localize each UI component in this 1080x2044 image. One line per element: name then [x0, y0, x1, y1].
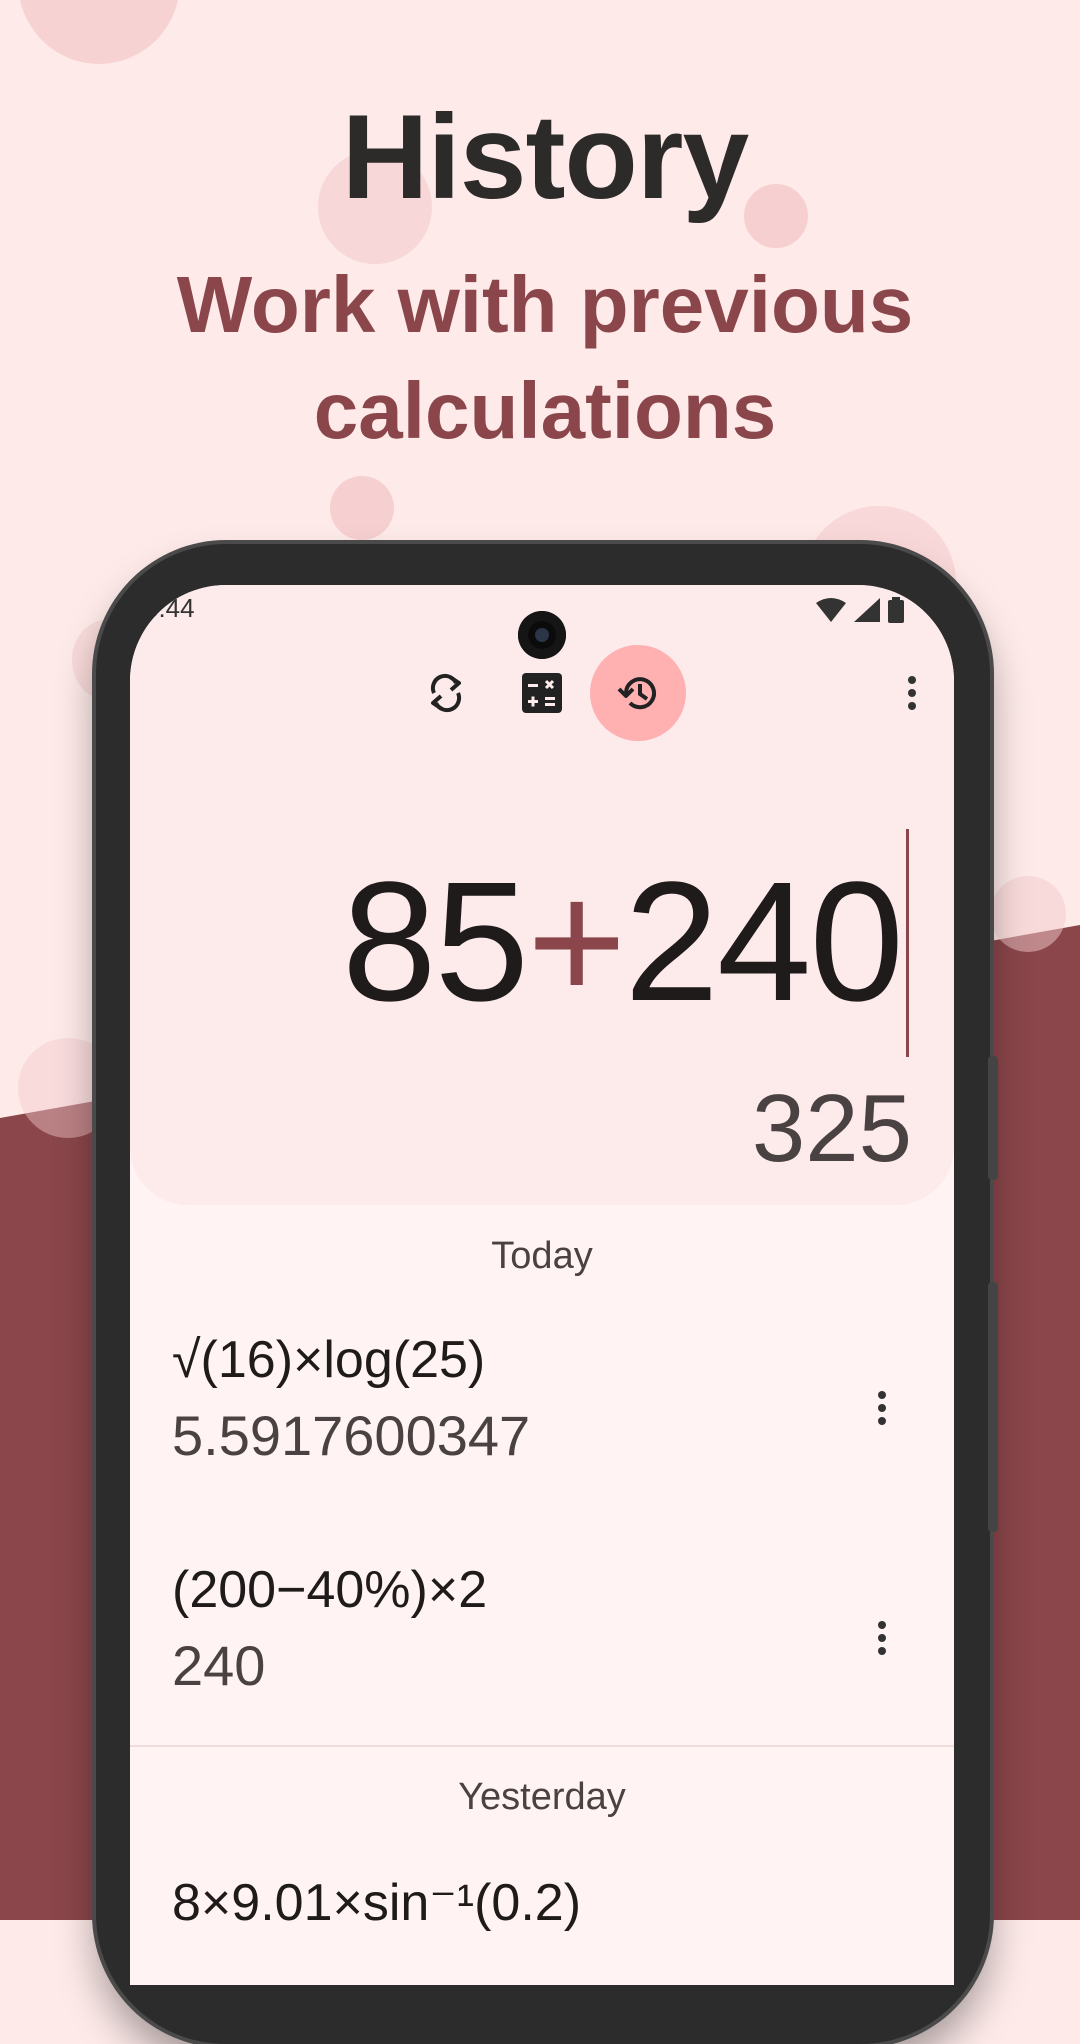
history-result: 240 [172, 1634, 266, 1697]
history-item[interactable]: √(16)×log(25) 5.5917600347 [172, 1330, 912, 1468]
more-vert-icon [878, 1621, 886, 1655]
calculator-display-pane: 8:44 85+240 325 [130, 585, 954, 1205]
history-item-menu-button[interactable] [862, 1378, 902, 1438]
overflow-menu-button[interactable] [882, 645, 942, 741]
history-button[interactable] [590, 645, 686, 741]
promo-subline-line1: Work with previous [176, 260, 914, 349]
result-preview: 325 [751, 1075, 912, 1182]
expression-input[interactable]: 85+240 [342, 857, 904, 1027]
more-vert-icon [878, 1391, 886, 1425]
status-icons [816, 597, 904, 623]
calculator-icon [522, 673, 562, 713]
section-divider [130, 1745, 954, 1747]
convert-button[interactable] [398, 645, 494, 741]
history-result: 5.5917600347 [172, 1404, 531, 1467]
history-item[interactable]: 8×9.01×sin⁻¹(0.2) [172, 1873, 912, 1933]
phone-side-button [988, 1282, 998, 1532]
decorative-bubble [330, 476, 394, 540]
history-section-today: Today [491, 1235, 593, 1277]
decorative-bubble [990, 876, 1066, 952]
promo-subline-line2: calculations [313, 366, 777, 455]
decorative-bubble [18, 0, 180, 64]
calculator-button[interactable] [494, 645, 590, 741]
text-cursor [906, 829, 909, 1057]
history-expression: √(16)×log(25) [172, 1331, 486, 1389]
history-icon [617, 677, 656, 710]
signal-icon [854, 598, 880, 622]
expression-operator: + [527, 847, 626, 1037]
promo-headline: History [341, 90, 749, 224]
promo-subline: Work with previous calculations [0, 252, 1080, 464]
refresh-icon [430, 673, 462, 713]
phone-side-button [988, 1056, 998, 1180]
battery-icon [888, 597, 904, 623]
history-item-menu-button[interactable] [862, 1608, 902, 1668]
more-vert-icon [908, 676, 916, 710]
history-expression: (200−40%)×2 [172, 1561, 488, 1619]
history-expression: 8×9.01×sin⁻¹(0.2) [172, 1874, 582, 1932]
history-section-yesterday: Yesterday [458, 1776, 626, 1818]
wifi-icon [816, 598, 846, 622]
history-item[interactable]: (200−40%)×2 240 [172, 1560, 912, 1698]
status-time: 8:44 [144, 593, 195, 623]
expression-operand: 85 [341, 847, 529, 1037]
app-screen: 8:44 85+240 325 Today √(16)×log(25) 5.59… [130, 585, 954, 1985]
expression-operand: 240 [624, 847, 904, 1037]
